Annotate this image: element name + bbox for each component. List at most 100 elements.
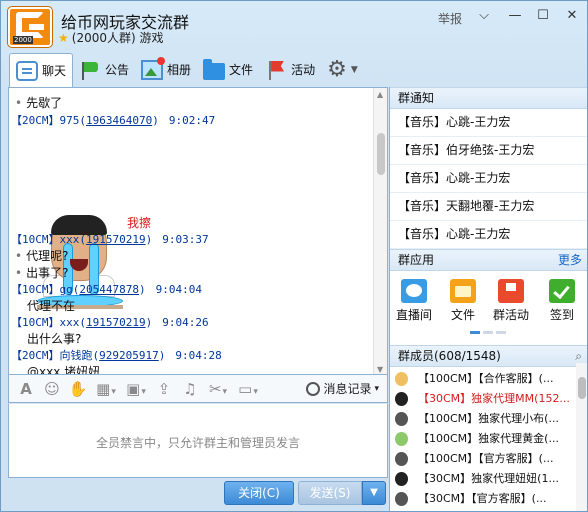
members-scrollbar[interactable] bbox=[576, 363, 587, 511]
avatar bbox=[395, 452, 408, 466]
message-text: @xxx 堵妞妞 bbox=[27, 365, 101, 375]
tab-files[interactable]: 文件 bbox=[197, 53, 259, 86]
tab-chat[interactable]: 聊天 bbox=[9, 53, 74, 87]
tab-announcement[interactable]: 公告 bbox=[73, 53, 135, 86]
member-row[interactable]: 【100CM】【官方客服】(... bbox=[390, 449, 576, 469]
member-row[interactable]: 【30CM】独家代理MM(152... bbox=[390, 389, 576, 409]
history-label: 消息记录 bbox=[323, 382, 372, 396]
member-row[interactable]: 【100CM】独家代理小布(... bbox=[390, 409, 576, 429]
skin-icon[interactable]: ⌵ bbox=[475, 7, 493, 25]
chat-scrollbar[interactable]: ▲ ▼ bbox=[373, 88, 387, 374]
member-row[interactable]: 【100CM】【合作客服】(... bbox=[390, 369, 576, 389]
qq-link[interactable]: 205447878 bbox=[79, 283, 139, 296]
briefcase-icon[interactable]: ▭ bbox=[233, 380, 263, 398]
maximize-icon[interactable]: ☐ bbox=[534, 7, 552, 25]
app-file[interactable]: 文件 bbox=[441, 279, 485, 323]
apps-pager[interactable] bbox=[470, 331, 506, 334]
avatar bbox=[395, 432, 408, 446]
chat-history[interactable]: • 先歇了 【20CM】975(1963464070) 9:02:47 我擦 【10… bbox=[8, 87, 388, 375]
message-input[interactable]: 全员禁言中，只允许群主和管理员发言 bbox=[8, 403, 388, 478]
folder-icon bbox=[203, 58, 226, 80]
chevron-down-icon: ▼ bbox=[350, 64, 358, 75]
history-button[interactable]: 消息记录 ▾ bbox=[306, 380, 379, 397]
notice-item[interactable]: 【音乐】心跳-王力宏 bbox=[390, 221, 587, 249]
avatar bbox=[395, 392, 408, 406]
close-button[interactable]: 关闭(C) bbox=[224, 481, 294, 505]
magic-icon[interactable]: ✋ bbox=[65, 380, 91, 398]
tab-album[interactable]: 相册 bbox=[135, 53, 197, 86]
picture-icon[interactable]: ▣ bbox=[121, 380, 151, 398]
notice-item[interactable]: 【音乐】心跳-王力宏 bbox=[390, 165, 587, 193]
message-text: • 代理呢? bbox=[15, 249, 69, 263]
file-icon bbox=[450, 279, 476, 303]
emoji-icon[interactable]: ☺ bbox=[39, 380, 65, 398]
qq-link[interactable]: 929205917 bbox=[99, 349, 159, 362]
message-meta: 【10CM】gg(205447878) 9:04:04 bbox=[11, 283, 202, 296]
avatar bbox=[395, 412, 408, 426]
tab-files-label: 文件 bbox=[229, 63, 254, 77]
settings-menu[interactable]: ⚙ ▼ bbox=[321, 53, 364, 86]
activity-flag-icon bbox=[265, 60, 287, 80]
logo-number: 2000 bbox=[13, 36, 33, 44]
report-button[interactable]: 举报 bbox=[438, 10, 462, 27]
app-live[interactable]: 直播间 bbox=[392, 279, 436, 323]
right-panel: 群通知 【音乐】心跳-王力宏 【音乐】伯牙绝弦-王力宏 【音乐】心跳-王力宏 【… bbox=[389, 87, 587, 511]
send-button[interactable]: 发送(S) bbox=[298, 481, 362, 505]
member-row[interactable]: 【30CM】独家代理妞妞(1... bbox=[390, 469, 576, 489]
avatar bbox=[395, 472, 408, 486]
qq-link[interactable]: 1963464070 bbox=[86, 114, 152, 127]
image-icon[interactable]: ▦ bbox=[91, 380, 121, 398]
photo-icon bbox=[141, 56, 166, 80]
message-meta: 【10CM】xxx(191570219) 9:04:26 bbox=[11, 316, 209, 329]
member-row[interactable]: 【30CM】【官方客服】(... bbox=[390, 489, 576, 509]
app-checkin[interactable]: 签到 bbox=[540, 279, 584, 323]
group-logo[interactable]: 2000 bbox=[8, 7, 52, 47]
apps-more-link[interactable]: 更多 bbox=[558, 250, 582, 270]
members-section-header: 群成员(608/1548) ⌕ bbox=[390, 345, 587, 367]
tab-chat-label: 聊天 bbox=[42, 64, 67, 78]
live-icon bbox=[401, 279, 427, 303]
notice-item[interactable]: 【音乐】伯牙绝弦-王力宏 bbox=[390, 137, 587, 165]
tab-activity[interactable]: 活动 bbox=[259, 53, 321, 86]
avatar bbox=[395, 372, 408, 386]
minimize-icon[interactable]: — bbox=[506, 7, 524, 25]
tab-activity-label: 活动 bbox=[291, 63, 316, 77]
music-icon[interactable]: ♫ bbox=[177, 380, 203, 398]
message-meta: 【10CM】xxx(191570219) 9:03:37 bbox=[11, 233, 209, 246]
qq-link[interactable]: 191570219 bbox=[86, 316, 146, 329]
message-meta: 【20CM】向钱跑(929205917) 9:04:28 bbox=[11, 349, 222, 362]
member-row[interactable]: 【100CM】独家代理黄金(... bbox=[390, 429, 576, 449]
message-text: • 先歇了 bbox=[15, 96, 63, 110]
checkin-icon bbox=[549, 279, 575, 303]
screenshot-icon[interactable]: ✂ bbox=[203, 380, 233, 398]
message-text: 出什么事? bbox=[27, 332, 82, 346]
avatar bbox=[395, 492, 408, 506]
upload-icon[interactable]: ⇪ bbox=[151, 380, 177, 398]
notice-item[interactable]: 【音乐】心跳-王力宏 bbox=[390, 109, 587, 137]
mute-notice: 全员禁言中，只允许群主和管理员发言 bbox=[95, 436, 300, 450]
notice-item[interactable]: 【音乐】天翻地覆-王力宏 bbox=[390, 193, 587, 221]
chat-icon bbox=[16, 60, 38, 81]
tab-announcement-label: 公告 bbox=[105, 63, 130, 77]
group-subtitle-text: (2000人群) 游戏 bbox=[71, 31, 164, 45]
clock-icon bbox=[306, 381, 321, 396]
chevron-down-icon: ▼ bbox=[370, 487, 378, 498]
message-text: 代理不在 bbox=[27, 299, 76, 313]
gear-icon: ⚙ bbox=[327, 56, 347, 82]
apps-section-header: 群应用 更多 bbox=[390, 249, 587, 271]
font-icon[interactable]: A bbox=[13, 380, 39, 398]
tab-bar: 聊天 公告 相册 文件 活动 ⚙ ▼ bbox=[9, 53, 364, 87]
group-subtitle: ★ (2000人群) 游戏 bbox=[58, 29, 163, 46]
notice-section-header: 群通知 bbox=[390, 87, 587, 109]
message-meta: 【20CM】975(1963464070) 9:02:47 bbox=[11, 114, 216, 127]
star-icon: ★ bbox=[58, 30, 69, 45]
flag-icon bbox=[79, 60, 101, 80]
qq-link[interactable]: 191570219 bbox=[86, 233, 146, 246]
app-group-activity[interactable]: 群活动 bbox=[489, 279, 533, 323]
sticker-caption: 我擦 bbox=[127, 216, 152, 230]
send-options-button[interactable]: ▼ bbox=[362, 481, 386, 505]
qq-group-chat-window: 2000 给币网玩家交流群 ★ (2000人群) 游戏 举报 ⌵ — ☐ ✕ 聊… bbox=[0, 0, 588, 512]
group-activity-icon bbox=[498, 279, 524, 303]
message-text: • 出事了? bbox=[15, 266, 69, 280]
close-icon[interactable]: ✕ bbox=[563, 7, 581, 25]
